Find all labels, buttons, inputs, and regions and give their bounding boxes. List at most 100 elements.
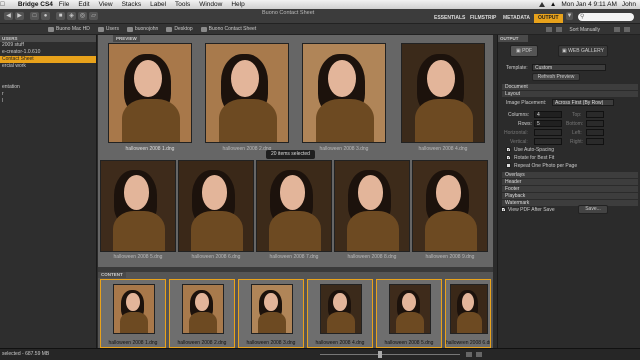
web-gallery-button[interactable]: ▣ WEB GALLERY [558,45,608,57]
panel-tab[interactable]: USERS [0,35,96,42]
photo-thumbnail[interactable] [108,43,192,143]
get-photos-icon[interactable]: ■ [56,12,65,20]
user-name[interactable]: John [622,1,636,8]
header-section[interactable]: Header [502,179,638,185]
preview-tab[interactable]: PREVIEW [113,35,140,42]
rotate-right-icon[interactable] [624,27,630,32]
watermark-section[interactable]: Watermark [502,200,638,206]
crumb-folder[interactable]: Buono Contact Sheet [200,26,256,32]
workspace-output[interactable]: OUTPUT [534,14,563,23]
recent-icon[interactable]: ● [41,12,50,20]
playback-section[interactable]: Playback [502,193,638,199]
folder-item[interactable]: 2009 stuff [0,42,96,49]
apple-menu-icon[interactable]:  [0,1,5,8]
filter-icon[interactable] [556,27,562,32]
folder-item[interactable]: r [0,91,96,98]
search-input[interactable]: ⚲ [578,13,634,21]
top-margin-label: Top: [572,112,582,118]
refresh-preview-button[interactable]: Refresh Preview [532,73,580,81]
pdf-button[interactable]: ▣ PDF [510,45,538,57]
thumbnail-size-slider[interactable] [320,354,460,355]
photo-thumbnail[interactable] [205,43,289,143]
workspace-filmstrip[interactable]: FILMSTRIP [466,14,500,23]
right-margin-input[interactable] [586,138,604,145]
photo-thumbnail[interactable] [256,160,332,252]
clock[interactable]: Mon Jan 4 9:11 AM [561,1,617,8]
output-tab[interactable]: OUTPUT [498,35,528,42]
workspace-menu-icon[interactable]: ▼ [566,12,573,20]
workspace-metadata[interactable]: METADATA [499,14,534,23]
footer-section[interactable]: Footer [502,186,638,192]
grid-view-icon[interactable] [476,352,482,357]
top-margin-input[interactable] [586,111,604,118]
folder-icon[interactable]: □ [30,12,39,20]
slider-handle[interactable] [378,351,382,358]
auto-spacing-checkbox[interactable]: ✓ [506,147,511,153]
save-button[interactable]: Save... [578,205,608,214]
overlays-section[interactable]: Overlays [502,172,638,178]
repeat-checkbox[interactable] [506,163,511,168]
forward-arrow-icon[interactable]: ▶ [15,12,24,20]
image-placement-dropdown[interactable]: Across First (By Row) [552,99,614,106]
photo-caption: halloween 2008 1.dng [125,146,175,152]
open-in-camera-raw-icon[interactable]: ◎ [78,12,87,20]
rows-input[interactable]: 5 [534,120,562,127]
back-arrow-icon[interactable]: ◀ [4,12,13,20]
crumb-volume[interactable]: Buono Mac HD [48,26,90,32]
folder-item-selected[interactable]: Contact Sheet [0,56,96,63]
bottom-margin-input[interactable] [586,120,604,127]
menu-help[interactable]: Help [231,1,244,8]
content-thumbnail[interactable]: halloween 2008 3.dng [238,279,304,348]
folder-item[interactable] [0,77,96,84]
star-filter-icon[interactable] [546,27,552,32]
folder-item[interactable]: ercial work [0,63,96,70]
content-tab[interactable]: CONTENT [98,272,126,278]
photo-thumbnail[interactable] [302,43,386,143]
crumb-home[interactable]: buonojohn [126,26,158,32]
photo-thumbnail[interactable] [100,160,176,252]
folder-item[interactable]: entation [0,84,96,91]
crumb-users[interactable]: Users [97,26,119,32]
crumb-desktop[interactable]: Desktop [166,26,193,32]
photo-thumbnail[interactable] [334,160,410,252]
layout-section[interactable]: Layout [502,91,638,97]
menu-view[interactable]: View [99,1,113,8]
sort-dropdown[interactable]: Sort Manually [569,27,600,33]
photo-thumbnail[interactable] [401,43,485,143]
photo-thumbnail[interactable] [178,160,254,252]
content-thumbnail[interactable]: halloween 2008 2.dng [169,279,235,348]
folder-item[interactable]: l [0,98,96,105]
left-margin-input[interactable] [586,129,604,136]
menu-window[interactable]: Window [199,1,222,8]
content-thumbnail[interactable]: halloween 2008 5.dng [376,279,442,348]
folder-item[interactable] [0,70,96,77]
wifi-icon[interactable] [538,2,545,7]
template-dropdown[interactable]: Custom [532,64,606,71]
output-icon[interactable]: ▱ [89,12,98,20]
lock-icon[interactable] [466,352,472,357]
refine-icon[interactable]: ◈ [67,12,76,20]
vertical-spacing-input[interactable] [534,138,562,145]
folder-item[interactable]: e-creator-1.0.610 [0,49,96,56]
view-pdf-checkbox[interactable]: ✓ [501,207,506,213]
photo-thumbnail [182,284,224,334]
content-thumbnail[interactable]: halloween 2008 6.dng [445,279,491,348]
rotate-checkbox[interactable]: ✓ [506,155,511,161]
document-section[interactable]: Document [502,84,638,90]
volume-icon[interactable]: ▲ [550,1,556,8]
menu-tools[interactable]: Tools [175,1,190,8]
rotate-left-icon[interactable] [614,27,620,32]
app-menu[interactable]: Bridge CS4 [18,1,53,8]
horizontal-spacing-input[interactable] [534,129,562,136]
vertical-spacing-label: Vertical: [510,139,528,145]
menu-file[interactable]: File [59,1,69,8]
status-text: selected - 687.59 MB [2,351,50,357]
workspace-essentials[interactable]: ESSENTIALS [430,14,469,23]
menu-stacks[interactable]: Stacks [122,1,142,8]
content-thumbnail[interactable]: halloween 2008 1.dng [100,279,166,348]
menu-label[interactable]: Label [150,1,166,8]
photo-thumbnail[interactable] [412,160,488,252]
menu-edit[interactable]: Edit [78,1,89,8]
columns-input[interactable]: 4 [534,111,562,118]
content-thumbnail[interactable]: halloween 2008 4.dng [307,279,373,348]
